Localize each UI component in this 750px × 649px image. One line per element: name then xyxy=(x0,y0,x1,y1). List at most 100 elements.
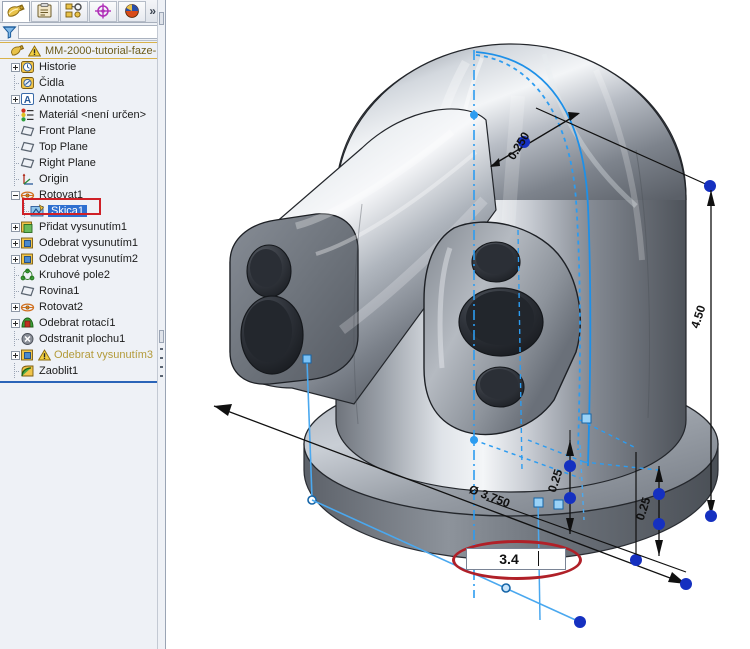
expand-toggle[interactable] xyxy=(10,251,20,267)
feature-tree-item-label: Odebrat vysunutím1 xyxy=(39,237,139,249)
feature-tree-item[interactable]: Origin xyxy=(0,171,165,187)
configuration-icon xyxy=(65,3,82,18)
funnel-filter-icon[interactable] xyxy=(2,25,17,39)
feature-tree-item[interactable]: Top Plane xyxy=(0,139,165,155)
annotations-icon: A xyxy=(20,92,35,106)
tree-connector xyxy=(10,331,20,347)
feature-tree-item-label: Origin xyxy=(39,173,69,185)
appearance-sphere-icon xyxy=(125,4,139,18)
collapse-toggle[interactable] xyxy=(10,187,20,203)
plus-icon xyxy=(10,318,20,328)
feature-tree-root-item[interactable]: MM-2000-tutorial-faze-1 (D xyxy=(0,42,165,59)
feature-tree: MM-2000-tutorial-faze-1 (D Historie Čidla A… xyxy=(0,41,165,649)
feature-tree-item[interactable]: Materiál <není určen> xyxy=(0,107,165,123)
feature-tree-item[interactable]: Right Plane xyxy=(0,155,165,171)
plane-icon xyxy=(20,124,35,138)
warning-icon xyxy=(27,44,42,57)
tree-connector xyxy=(10,123,20,139)
plane-icon xyxy=(20,140,35,154)
feature-tree-filter-bar xyxy=(0,23,165,41)
cut-extrude-icon xyxy=(20,236,35,250)
tree-connector xyxy=(10,107,20,123)
crosshair-icon xyxy=(95,3,111,19)
revolve-icon xyxy=(20,188,35,202)
cut-extrude-icon xyxy=(20,348,35,362)
feature-tree-item-label: Čidla xyxy=(39,77,65,89)
feature-tree-item[interactable]: Odstranit plochu1 xyxy=(0,331,165,347)
plus-icon xyxy=(10,62,20,72)
plus-icon xyxy=(10,238,20,248)
feature-tree-item[interactable]: Front Plane xyxy=(0,123,165,139)
dim-025-left-pt1 xyxy=(564,460,576,472)
expand-toggle[interactable] xyxy=(10,235,20,251)
plus-icon xyxy=(10,302,20,312)
feature-tree-item-label: Skica1 xyxy=(48,205,88,217)
feature-tree-item[interactable]: Přidat vysunutím1 xyxy=(0,219,165,235)
material-icon xyxy=(20,108,35,122)
feature-tree-item-label: Rotovat1 xyxy=(39,189,84,201)
splitter-grip-dots xyxy=(160,348,163,380)
feature-tree-item-label: Historie xyxy=(39,61,77,73)
graphics-viewport[interactable]: 0.250 4.50 Ø 3.750 0.25 0.25 xyxy=(166,0,750,649)
part-icon xyxy=(10,44,25,58)
splitter-notch-mid xyxy=(159,330,164,343)
3d-model-render: 0.250 4.50 Ø 3.750 0.25 0.25 xyxy=(213,43,719,628)
feature-tree-item[interactable]: Rotovat1 xyxy=(0,187,165,203)
feature-tree-item[interactable]: Skica1 xyxy=(0,203,165,219)
feature-tree-item-label: Kruhové pole2 xyxy=(39,269,110,281)
plus-icon xyxy=(10,222,20,232)
feature-tree-filter-input[interactable] xyxy=(18,24,161,39)
expand-toggle[interactable] xyxy=(10,59,20,75)
feature-tree-item[interactable]: Odebrat vysunutím1 xyxy=(0,235,165,251)
property-manager-tab[interactable] xyxy=(31,0,59,22)
feature-tree-item-label: Odebrat vysunutím2 xyxy=(39,253,139,265)
svg-text:A: A xyxy=(24,95,31,106)
dim-025-right-pt1 xyxy=(653,488,665,500)
feature-tree-item[interactable]: A Annotations xyxy=(0,91,165,107)
plane-icon xyxy=(20,156,35,170)
feature-tree-item[interactable]: Odebrat vysunutím2 xyxy=(0,251,165,267)
panel-splitter[interactable] xyxy=(157,0,165,649)
history-icon xyxy=(20,60,35,74)
feature-tree-item-label: Rovina1 xyxy=(39,285,80,297)
feature-tree-item[interactable]: Čidla xyxy=(0,75,165,91)
sketch-icon xyxy=(30,204,45,218)
dimension-value-input[interactable] xyxy=(466,548,566,570)
feature-tree-item-label: MM-2000-tutorial-faze-1 (D xyxy=(45,44,165,57)
revolve-cut-icon xyxy=(20,316,35,330)
dimxpert-manager-tab[interactable] xyxy=(89,0,117,22)
feature-tree-item-label: Odebrat rotací1 xyxy=(39,317,116,329)
splitter-notch-top xyxy=(159,12,164,25)
feature-tree-item[interactable]: Rovina1 xyxy=(0,283,165,299)
sensor-icon xyxy=(20,76,35,90)
revolve-icon xyxy=(20,300,35,314)
solidworks-window: » MM-2000-tutorial-faze-1 (D Historie Čidl… xyxy=(0,0,750,649)
feature-tree-item[interactable]: Odebrat rotací1 xyxy=(0,315,165,331)
configuration-manager-tab[interactable] xyxy=(60,0,88,22)
dimension-input-wrapper[interactable] xyxy=(466,548,566,570)
feature-tree-item[interactable]: Rotovat2 xyxy=(0,299,165,315)
tree-end-divider xyxy=(0,381,159,383)
expand-toggle[interactable] xyxy=(10,347,20,363)
tree-connector xyxy=(10,155,20,171)
expand-toggle[interactable] xyxy=(10,299,20,315)
dim-025-right-pt2 xyxy=(653,518,665,530)
fillet-icon xyxy=(20,364,35,378)
feature-tree-item-label: Rotovat2 xyxy=(39,301,84,313)
expand-toggle[interactable] xyxy=(10,315,20,331)
expand-toggle[interactable] xyxy=(10,219,20,235)
feature-manager-tab-strip: » xyxy=(0,0,165,23)
feature-tree-item-label: Materiál <není určen> xyxy=(39,109,147,121)
feature-tree-item[interactable]: Kruhové pole2 xyxy=(0,267,165,283)
feature-tree-item-label: Zaoblit1 xyxy=(39,365,79,377)
display-manager-tab[interactable] xyxy=(118,0,146,22)
feature-tree-item[interactable]: Historie xyxy=(0,59,165,75)
plus-icon xyxy=(10,350,20,360)
tree-connector xyxy=(10,171,20,187)
feature-tree-item[interactable]: Odebrat vysunutím3 xyxy=(0,347,165,363)
origin-icon xyxy=(20,172,35,186)
expand-toggle[interactable] xyxy=(10,91,20,107)
warning-icon xyxy=(37,349,52,361)
feature-tree-item[interactable]: Zaoblit1 xyxy=(0,363,165,379)
feature-manager-tree-tab[interactable] xyxy=(2,0,30,22)
